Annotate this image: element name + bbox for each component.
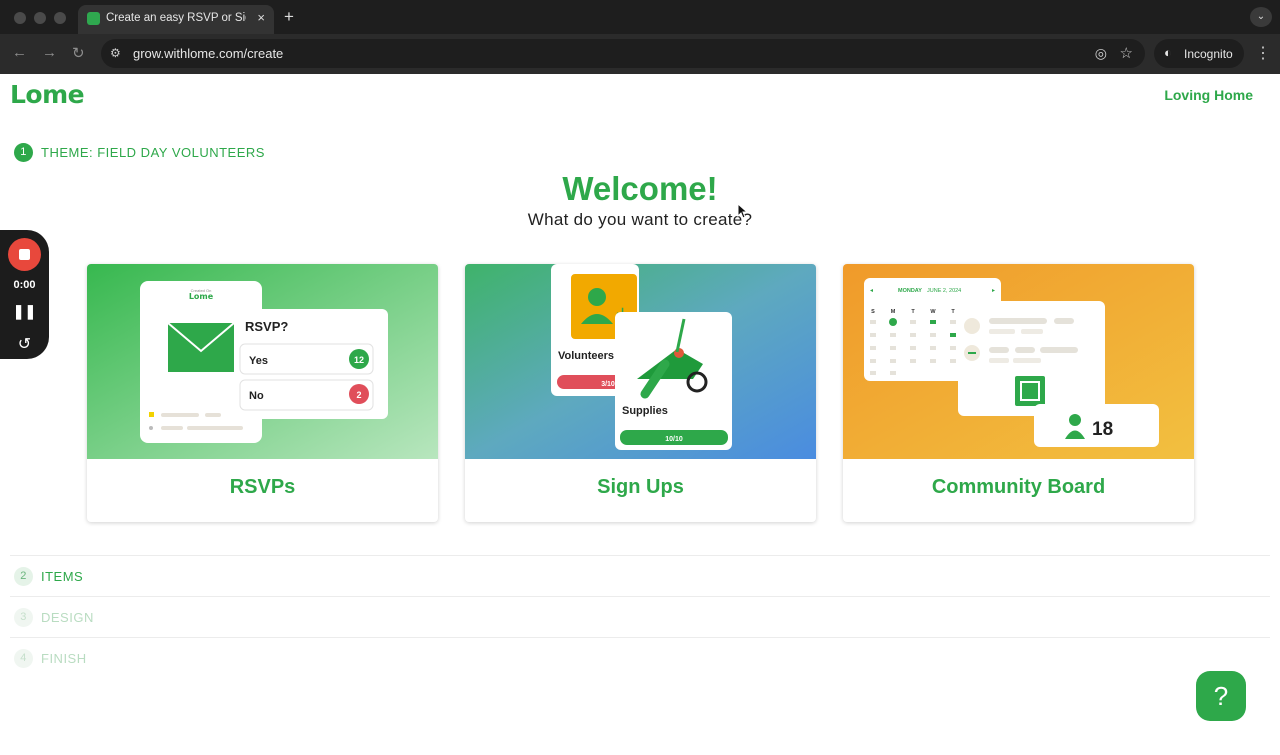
- page-title: Welcome!: [562, 170, 718, 207]
- svg-text:▸: ▸: [992, 288, 995, 294]
- community-board-card-label: Community Board: [931, 476, 1106, 498]
- help-button[interactable]: ?: [1196, 671, 1246, 721]
- lome-logo[interactable]: Lome: [10, 80, 85, 109]
- browser-chrome: Create an easy RSVP or Sign × + ⌄ ← → ↻ …: [0, 0, 1280, 74]
- browser-menu-icon[interactable]: ⋮: [1255, 43, 1271, 63]
- rsvp-no-label: No: [249, 390, 264, 402]
- step-label: DESIGN: [41, 610, 94, 625]
- site-settings-icon[interactable]: ⚙: [110, 46, 121, 60]
- step-number: 3: [14, 608, 33, 627]
- window-zoom-dot[interactable]: [54, 12, 66, 24]
- back-button[interactable]: ←: [12, 44, 27, 61]
- step-label: FINISH: [41, 651, 87, 666]
- window-close-dot[interactable]: [14, 12, 26, 24]
- volunteers-label: Volunteers: [558, 350, 614, 362]
- eye-off-icon[interactable]: ◎: [1095, 45, 1107, 62]
- weekday-0: S: [871, 309, 875, 315]
- weekday-3: W: [930, 309, 936, 315]
- supplies-label: Supplies: [622, 405, 668, 417]
- page-content: Lome Loving Home 1 THEME: FIELD DAY VOLU…: [0, 74, 1280, 755]
- stop-recording-button[interactable]: [8, 238, 41, 271]
- page-subtitle: What do you want to create?: [527, 210, 753, 229]
- user-account-link[interactable]: Loving Home: [1164, 87, 1253, 103]
- forward-button[interactable]: →: [42, 44, 57, 61]
- tab-close-icon[interactable]: ×: [257, 10, 265, 25]
- step-divider: [10, 596, 1270, 597]
- member-count: 18: [1092, 419, 1113, 440]
- screen-recorder-widget: 0:00 ❚❚ ↺: [0, 230, 49, 359]
- url-text[interactable]: grow.withlome.com/create: [133, 46, 283, 61]
- incognito-badge[interactable]: ◐ Incognito: [1154, 39, 1244, 68]
- rsvp-no-count: 2: [356, 390, 361, 400]
- pause-icon[interactable]: ❚❚: [0, 303, 49, 320]
- new-tab-button[interactable]: +: [284, 7, 294, 27]
- svg-text:◂: ◂: [870, 288, 873, 294]
- calendar-date: JUNE 2, 2024: [927, 288, 961, 294]
- sign-ups-illustration: + Volunteers 3/10 Supplies 10/10: [465, 264, 816, 459]
- rsvp-yes-label: Yes: [249, 355, 268, 367]
- rsvp-illustration: Created On Lome RSVP? Yes 12 No 2: [87, 264, 438, 459]
- bookmark-star-icon[interactable]: ☆: [1120, 44, 1133, 62]
- sign-ups-card-label: Sign Ups: [597, 476, 684, 498]
- restart-icon[interactable]: ↺: [0, 334, 49, 354]
- weekday-1: M: [891, 309, 896, 315]
- lome-favicon-icon: [87, 12, 100, 25]
- window-minimize-dot[interactable]: [34, 12, 46, 24]
- step-label: THEME: FIELD DAY VOLUNTEERS: [41, 145, 265, 160]
- incognito-icon: ◐: [1164, 45, 1172, 60]
- supplies-progress: 10/10: [665, 436, 683, 443]
- sign-ups-card[interactable]: + Volunteers 3/10 Supplies 10/10 Sign Up…: [465, 264, 816, 522]
- rsvp-question: RSVP?: [245, 319, 288, 334]
- step-divider: [10, 555, 1270, 556]
- tab-title: Create an easy RSVP or Sign: [106, 12, 246, 24]
- mini-logo-text: Lome: [189, 292, 214, 301]
- step-label: ITEMS: [41, 569, 84, 584]
- recording-timer: 0:00: [13, 279, 36, 291]
- rsvp-yes-count: 12: [354, 355, 364, 365]
- step-number: 1: [14, 143, 33, 162]
- tab-search-button[interactable]: ⌄: [1250, 7, 1272, 27]
- step-number: 2: [14, 567, 33, 586]
- calendar-day: MONDAY: [898, 288, 922, 294]
- browser-tab[interactable]: Create an easy RSVP or Sign ×: [78, 5, 274, 34]
- volunteers-progress: 3/10: [601, 381, 615, 388]
- rsvp-card[interactable]: Created On Lome RSVP? Yes 12 No 2 RSVPs: [87, 264, 438, 522]
- rsvp-card-label: RSVPs: [229, 476, 296, 498]
- incognito-label: Incognito: [1184, 47, 1233, 61]
- tab-bar: Create an easy RSVP or Sign × + ⌄: [0, 0, 1280, 34]
- step-number: 4: [14, 649, 33, 668]
- mouse-cursor-icon: [737, 203, 749, 219]
- step-divider: [10, 637, 1270, 638]
- community-board-card[interactable]: ◂ MONDAY JUNE 2, 2024 ▸ S M T W T 18 Com…: [843, 264, 1194, 522]
- address-bar[interactable]: ⚙ grow.withlome.com/create ◎ ☆: [101, 39, 1145, 68]
- reload-button[interactable]: ↻: [72, 44, 85, 62]
- community-board-illustration: ◂ MONDAY JUNE 2, 2024 ▸ S M T W T 18: [843, 264, 1194, 459]
